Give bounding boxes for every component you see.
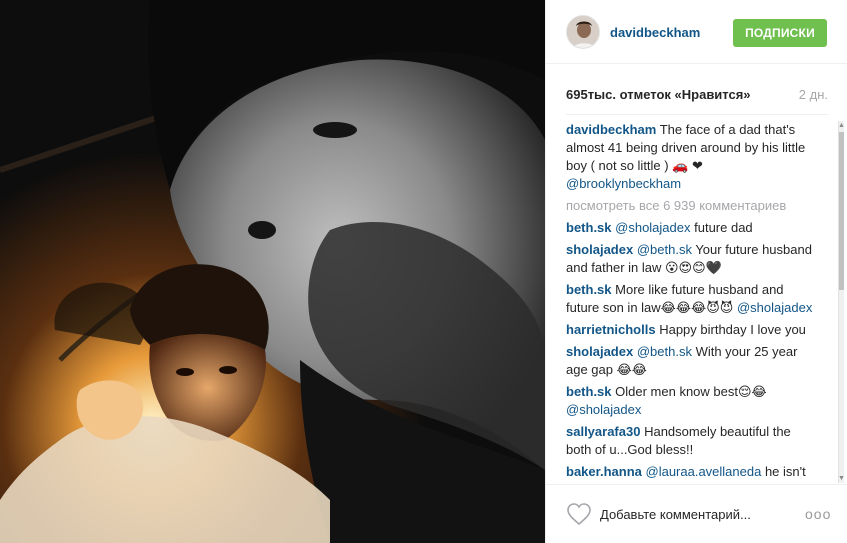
comment-item: beth.sk @sholajadex future dad xyxy=(566,219,816,237)
comment-username[interactable]: baker.hanna xyxy=(566,464,642,479)
comments-list[interactable]: davidbeckham The face of a dad that's al… xyxy=(566,121,816,483)
caption-mention[interactable]: @brooklynbeckham xyxy=(566,176,681,191)
post-photo[interactable] xyxy=(0,0,545,543)
comment-mention[interactable]: @beth.sk xyxy=(637,242,692,257)
comment-text: Happy birthday I love you xyxy=(659,322,806,337)
post-header: davidbeckham ПОДПИСКИ xyxy=(546,0,847,64)
view-all-comments-link[interactable]: посмотреть все 6 939 комментариев xyxy=(566,197,816,215)
likes-count[interactable]: 695тыс. отметок «Нравится» xyxy=(566,87,751,102)
comment-mention[interactable]: @lauraa.avellaneda xyxy=(646,464,762,479)
comment-item: harrietnicholls Happy birthday I love yo… xyxy=(566,321,816,339)
comment-mention[interactable]: @sholajadex xyxy=(737,300,812,315)
comment-text: Older men know best😌😂 xyxy=(615,384,767,399)
avatar-image xyxy=(567,16,599,48)
comment-item: beth.sk More like future husband and fut… xyxy=(566,281,816,317)
post-time[interactable]: 2 дн. xyxy=(799,87,828,102)
scroll-down-arrow-icon[interactable]: ▼ xyxy=(838,474,845,483)
comment-username[interactable]: sholajadex xyxy=(566,242,633,257)
comment-text: future dad xyxy=(690,220,753,235)
comment-footer: ooo xyxy=(546,484,847,543)
post-details-panel: davidbeckham ПОДПИСКИ 695тыс. отметок «Н… xyxy=(545,0,847,543)
likes-row: 695тыс. отметок «Нравится» 2 дн. xyxy=(566,87,828,105)
comment-item: sallyarafa30 Handsomely beautiful the bo… xyxy=(566,423,816,459)
comment-mention[interactable]: @sholajadex xyxy=(566,402,641,417)
more-options-icon[interactable]: ooo xyxy=(805,505,831,523)
comment-mention[interactable]: @sholajadex xyxy=(615,220,690,235)
scrollbar-thumb[interactable] xyxy=(839,132,844,290)
comment-item: sholajadex @beth.sk With your 25 year ag… xyxy=(566,343,816,379)
selfie-photo-illustration xyxy=(0,0,545,543)
comment-text: he isn't xyxy=(761,464,806,479)
comment-username[interactable]: beth.sk xyxy=(566,384,612,399)
instagram-post: davidbeckham ПОДПИСКИ 695тыс. отметок «Н… xyxy=(0,0,847,543)
comment-username[interactable]: sholajadex xyxy=(566,344,633,359)
comment-username[interactable]: sallyarafa30 xyxy=(566,424,640,439)
caption: davidbeckham The face of a dad that's al… xyxy=(566,121,816,193)
comment-username[interactable]: harrietnicholls xyxy=(566,322,656,337)
scroll-up-arrow-icon[interactable]: ▲ xyxy=(838,121,845,130)
comment-username[interactable]: beth.sk xyxy=(566,220,612,235)
comment-username[interactable]: beth.sk xyxy=(566,282,612,297)
header-username-link[interactable]: davidbeckham xyxy=(610,25,700,40)
follow-button[interactable]: ПОДПИСКИ xyxy=(733,19,827,47)
comment-item: sholajadex @beth.sk Your future husband … xyxy=(566,241,816,277)
comment-item: baker.hanna @lauraa.avellaneda he isn't xyxy=(566,463,816,481)
comment-item: beth.sk Older men know best😌😂 @sholajade… xyxy=(566,383,816,419)
heart-icon[interactable] xyxy=(566,502,592,526)
caption-username[interactable]: davidbeckham xyxy=(566,122,656,137)
comment-mention[interactable]: @beth.sk xyxy=(637,344,692,359)
avatar[interactable] xyxy=(566,15,600,49)
divider xyxy=(566,114,828,115)
add-comment-input[interactable] xyxy=(600,502,800,526)
